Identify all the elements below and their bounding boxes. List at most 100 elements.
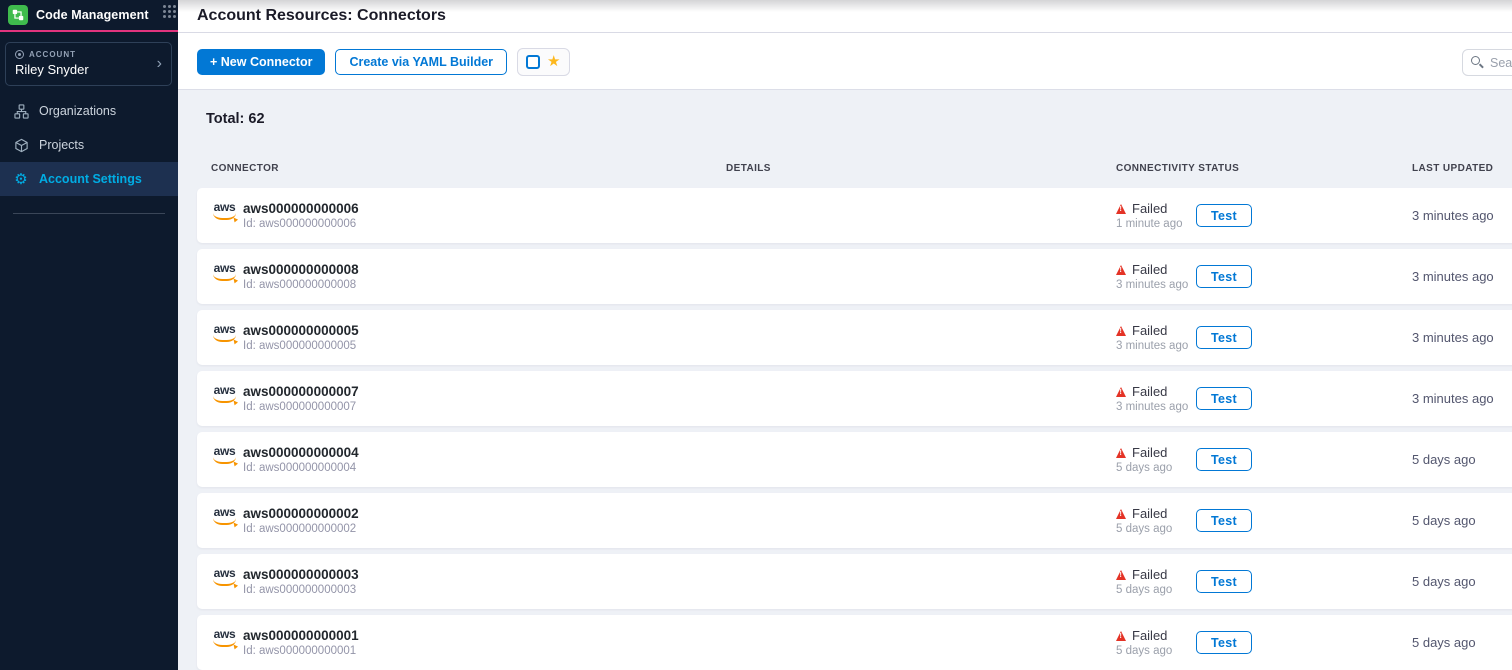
app-launcher-icon[interactable] [163,5,166,8]
star-icon: ★ [547,54,560,69]
status-time: 5 days ago [1116,584,1172,597]
connector-meta: aws000000000001 Id: aws000000000001 [243,628,359,658]
connectivity-status: ! Failed 3 minutes ago [1116,323,1188,353]
column-header-last-updated: LAST UPDATED [1412,163,1493,174]
yaml-builder-button[interactable]: Create via YAML Builder [335,49,507,75]
test-button[interactable]: Test [1196,570,1252,593]
connectivity-status: ! Failed 5 days ago [1116,628,1172,658]
app-title: Code Management [36,8,149,22]
search-box [1462,49,1512,76]
connector-id: Id: aws000000000004 [243,462,359,475]
warning-icon: ! [1116,265,1126,275]
main-area: Account Resources: Connectors + New Conn… [178,0,1512,670]
connector-row[interactable]: aws aws000000000001 Id: aws000000000001 … [197,615,1512,670]
connector-name: aws000000000004 [243,445,359,460]
status-time: 5 days ago [1116,645,1172,658]
account-icon [15,50,24,59]
sidebar-divider [13,213,165,214]
connector-id: Id: aws000000000007 [243,401,359,414]
status-time: 5 days ago [1116,462,1172,475]
account-name: Riley Snyder [15,62,163,77]
connector-row[interactable]: aws aws000000000008 Id: aws000000000008 … [197,249,1512,304]
aws-logo-icon: aws [211,263,238,281]
account-selector[interactable]: ACCOUNT Riley Snyder › [5,42,172,86]
connector-name: aws000000000007 [243,384,359,399]
connector-name: aws000000000006 [243,201,359,216]
last-updated: 5 days ago [1412,452,1476,467]
chevron-right-icon: › [157,56,162,72]
connectivity-status: ! Failed 5 days ago [1116,445,1172,475]
connectivity-status: ! Failed 1 minute ago [1116,201,1183,231]
connector-row[interactable]: aws aws000000000005 Id: aws000000000005 … [197,310,1512,365]
test-button[interactable]: Test [1196,326,1252,349]
connector-id: Id: aws000000000002 [243,523,359,536]
test-button[interactable]: Test [1196,265,1252,288]
warning-icon: ! [1116,448,1126,458]
search-input[interactable] [1462,49,1512,76]
warning-icon: ! [1116,204,1126,214]
code-management-logo-icon[interactable] [8,5,28,25]
organizations-icon [13,103,29,119]
gear-icon: ⚙ [13,171,29,187]
warning-icon: ! [1116,570,1126,580]
aws-logo-icon: aws [211,324,238,342]
sidebar-item-account-settings[interactable]: ⚙ Account Settings [0,162,178,196]
favorites-filter[interactable]: ★ [517,48,569,76]
status-time: 3 minutes ago [1116,279,1188,292]
favorites-checkbox[interactable] [526,55,540,69]
status-label: Failed [1132,628,1167,643]
connector-meta: aws000000000006 Id: aws000000000006 [243,201,359,231]
account-label: ACCOUNT [29,50,76,59]
aws-logo-icon: aws [211,568,238,586]
connector-id: Id: aws000000000008 [243,279,359,292]
connector-name: aws000000000003 [243,567,359,582]
status-time: 3 minutes ago [1116,401,1188,414]
warning-icon: ! [1116,326,1126,336]
warning-icon: ! [1116,387,1126,397]
last-updated: 5 days ago [1412,635,1476,650]
connector-meta: aws000000000004 Id: aws000000000004 [243,445,359,475]
test-button[interactable]: Test [1196,631,1252,654]
connectors-panel: Total: 62 CONNECTOR DETAILS CONNECTIVITY… [178,90,1512,670]
sidebar-item-label: Account Settings [39,172,142,186]
aws-logo-icon: aws [211,202,238,220]
status-label: Failed [1132,323,1167,338]
column-header-details: DETAILS [726,163,771,174]
status-label: Failed [1132,384,1167,399]
test-button[interactable]: Test [1196,509,1252,532]
connector-id: Id: aws000000000006 [243,218,359,231]
status-label: Failed [1132,567,1167,582]
test-button[interactable]: Test [1196,387,1252,410]
sidebar-item-organizations[interactable]: Organizations [0,94,178,128]
aws-logo-icon: aws [211,507,238,525]
sidebar-item-label: Organizations [39,104,116,118]
connector-row[interactable]: aws aws000000000004 Id: aws000000000004 … [197,432,1512,487]
connector-row[interactable]: aws aws000000000002 Id: aws000000000002 … [197,493,1512,548]
status-label: Failed [1132,506,1167,521]
connectivity-status: ! Failed 3 minutes ago [1116,384,1188,414]
connector-meta: aws000000000008 Id: aws000000000008 [243,262,359,292]
connector-meta: aws000000000003 Id: aws000000000003 [243,567,359,597]
last-updated: 5 days ago [1412,574,1476,589]
connector-meta: aws000000000002 Id: aws000000000002 [243,506,359,536]
sidebar-header: Code Management [0,0,178,30]
connector-id: Id: aws000000000005 [243,340,359,353]
status-time: 3 minutes ago [1116,340,1188,353]
connector-row[interactable]: aws aws000000000007 Id: aws000000000007 … [197,371,1512,426]
connector-rows: aws aws000000000006 Id: aws000000000006 … [197,188,1512,670]
projects-icon [13,137,29,153]
status-label: Failed [1132,262,1167,277]
sidebar-item-projects[interactable]: Projects [0,128,178,162]
connector-name: aws000000000008 [243,262,359,277]
warning-icon: ! [1116,631,1126,641]
connector-row[interactable]: aws aws000000000003 Id: aws000000000003 … [197,554,1512,609]
connector-meta: aws000000000005 Id: aws000000000005 [243,323,359,353]
aws-logo-icon: aws [211,446,238,464]
last-updated: 3 minutes ago [1412,208,1494,223]
test-button[interactable]: Test [1196,204,1252,227]
connector-row[interactable]: aws aws000000000006 Id: aws000000000006 … [197,188,1512,243]
test-button[interactable]: Test [1196,448,1252,471]
aws-logo-icon: aws [211,385,238,403]
page-title: Account Resources: Connectors [197,7,446,25]
new-connector-button[interactable]: + New Connector [197,49,325,75]
